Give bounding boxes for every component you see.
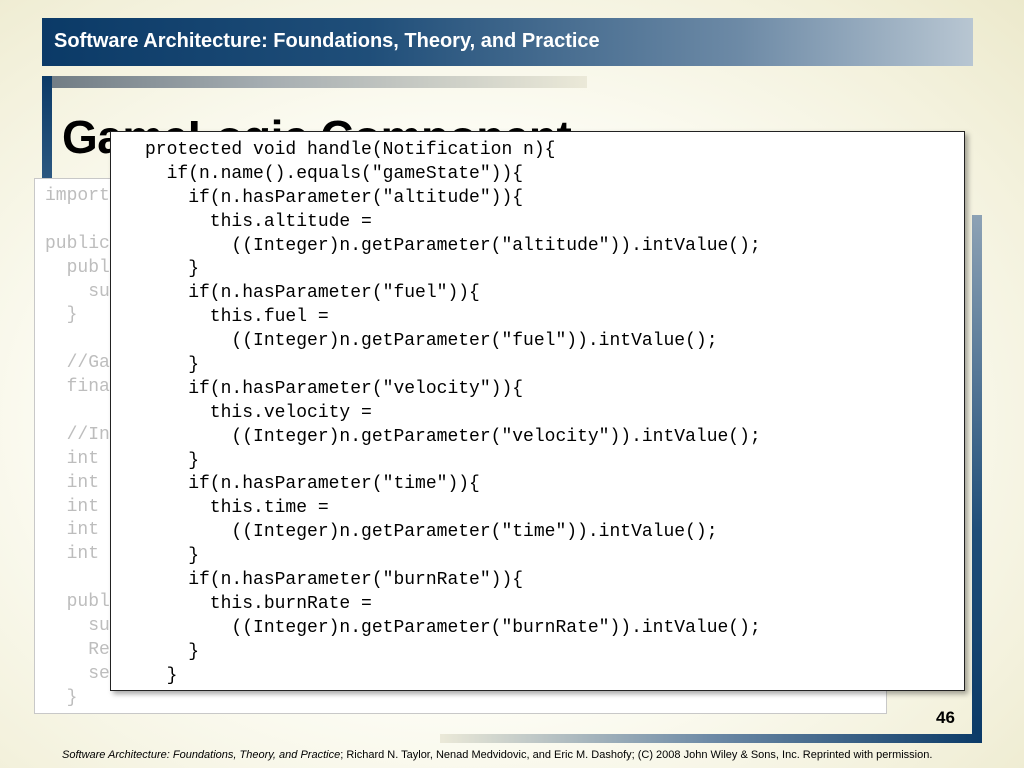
code-line: ((Integer)n.getParameter("fuel")).intVal…	[145, 331, 718, 352]
code-line: ((Integer)n.getParameter("altitude")).in…	[145, 235, 761, 256]
code-line: if(n.hasParameter("time")){	[145, 474, 480, 495]
code-line: this.burnRate =	[145, 593, 372, 614]
code-line: ((Integer)n.getParameter("velocity")).in…	[145, 426, 761, 447]
code-line: this.fuel =	[145, 307, 329, 328]
code-line: ((Integer)n.getParameter("burnRate")).in…	[145, 617, 761, 638]
frame-right-border	[972, 215, 982, 743]
code-line: }	[145, 259, 200, 280]
header-bar: Software Architecture: Foundations, Theo…	[42, 18, 973, 66]
code-line: }	[145, 665, 178, 686]
footer-citation: Software Architecture: Foundations, Theo…	[62, 749, 1002, 761]
code-line: if(n.hasParameter("fuel")){	[145, 283, 480, 304]
foreground-code-panel: protected void handle(Notification n){ i…	[110, 131, 965, 691]
code-line: this.altitude =	[145, 211, 372, 232]
frame-bottom-border	[440, 734, 982, 743]
code-line: this.time =	[145, 498, 329, 519]
slide-number: 46	[936, 708, 955, 727]
code-line: }	[145, 641, 200, 662]
code-line: if(n.hasParameter("burnRate")){	[145, 570, 524, 591]
code-line: if(n.hasParameter("velocity")){	[145, 378, 524, 399]
code-line: if(n.name().equals("gameState")){	[145, 163, 524, 184]
accent-line	[42, 76, 587, 88]
code-line: if(n.hasParameter("altitude")){	[145, 187, 524, 208]
code-line: }	[145, 546, 200, 567]
header-title: Software Architecture: Foundations, Theo…	[54, 30, 600, 52]
code-line: }	[145, 355, 200, 376]
frame-left-border	[42, 76, 52, 186]
code-line: this.velocity =	[145, 402, 372, 423]
code-line: }	[145, 450, 200, 471]
footer-book-title: Software Architecture: Foundations, Theo…	[62, 749, 341, 761]
code-line: protected void handle(Notification n){	[145, 140, 556, 160]
footer-credit: ; Richard N. Taylor, Nenad Medvidovic, a…	[340, 749, 933, 761]
code-line: ((Integer)n.getParameter("time")).intVal…	[145, 522, 718, 543]
